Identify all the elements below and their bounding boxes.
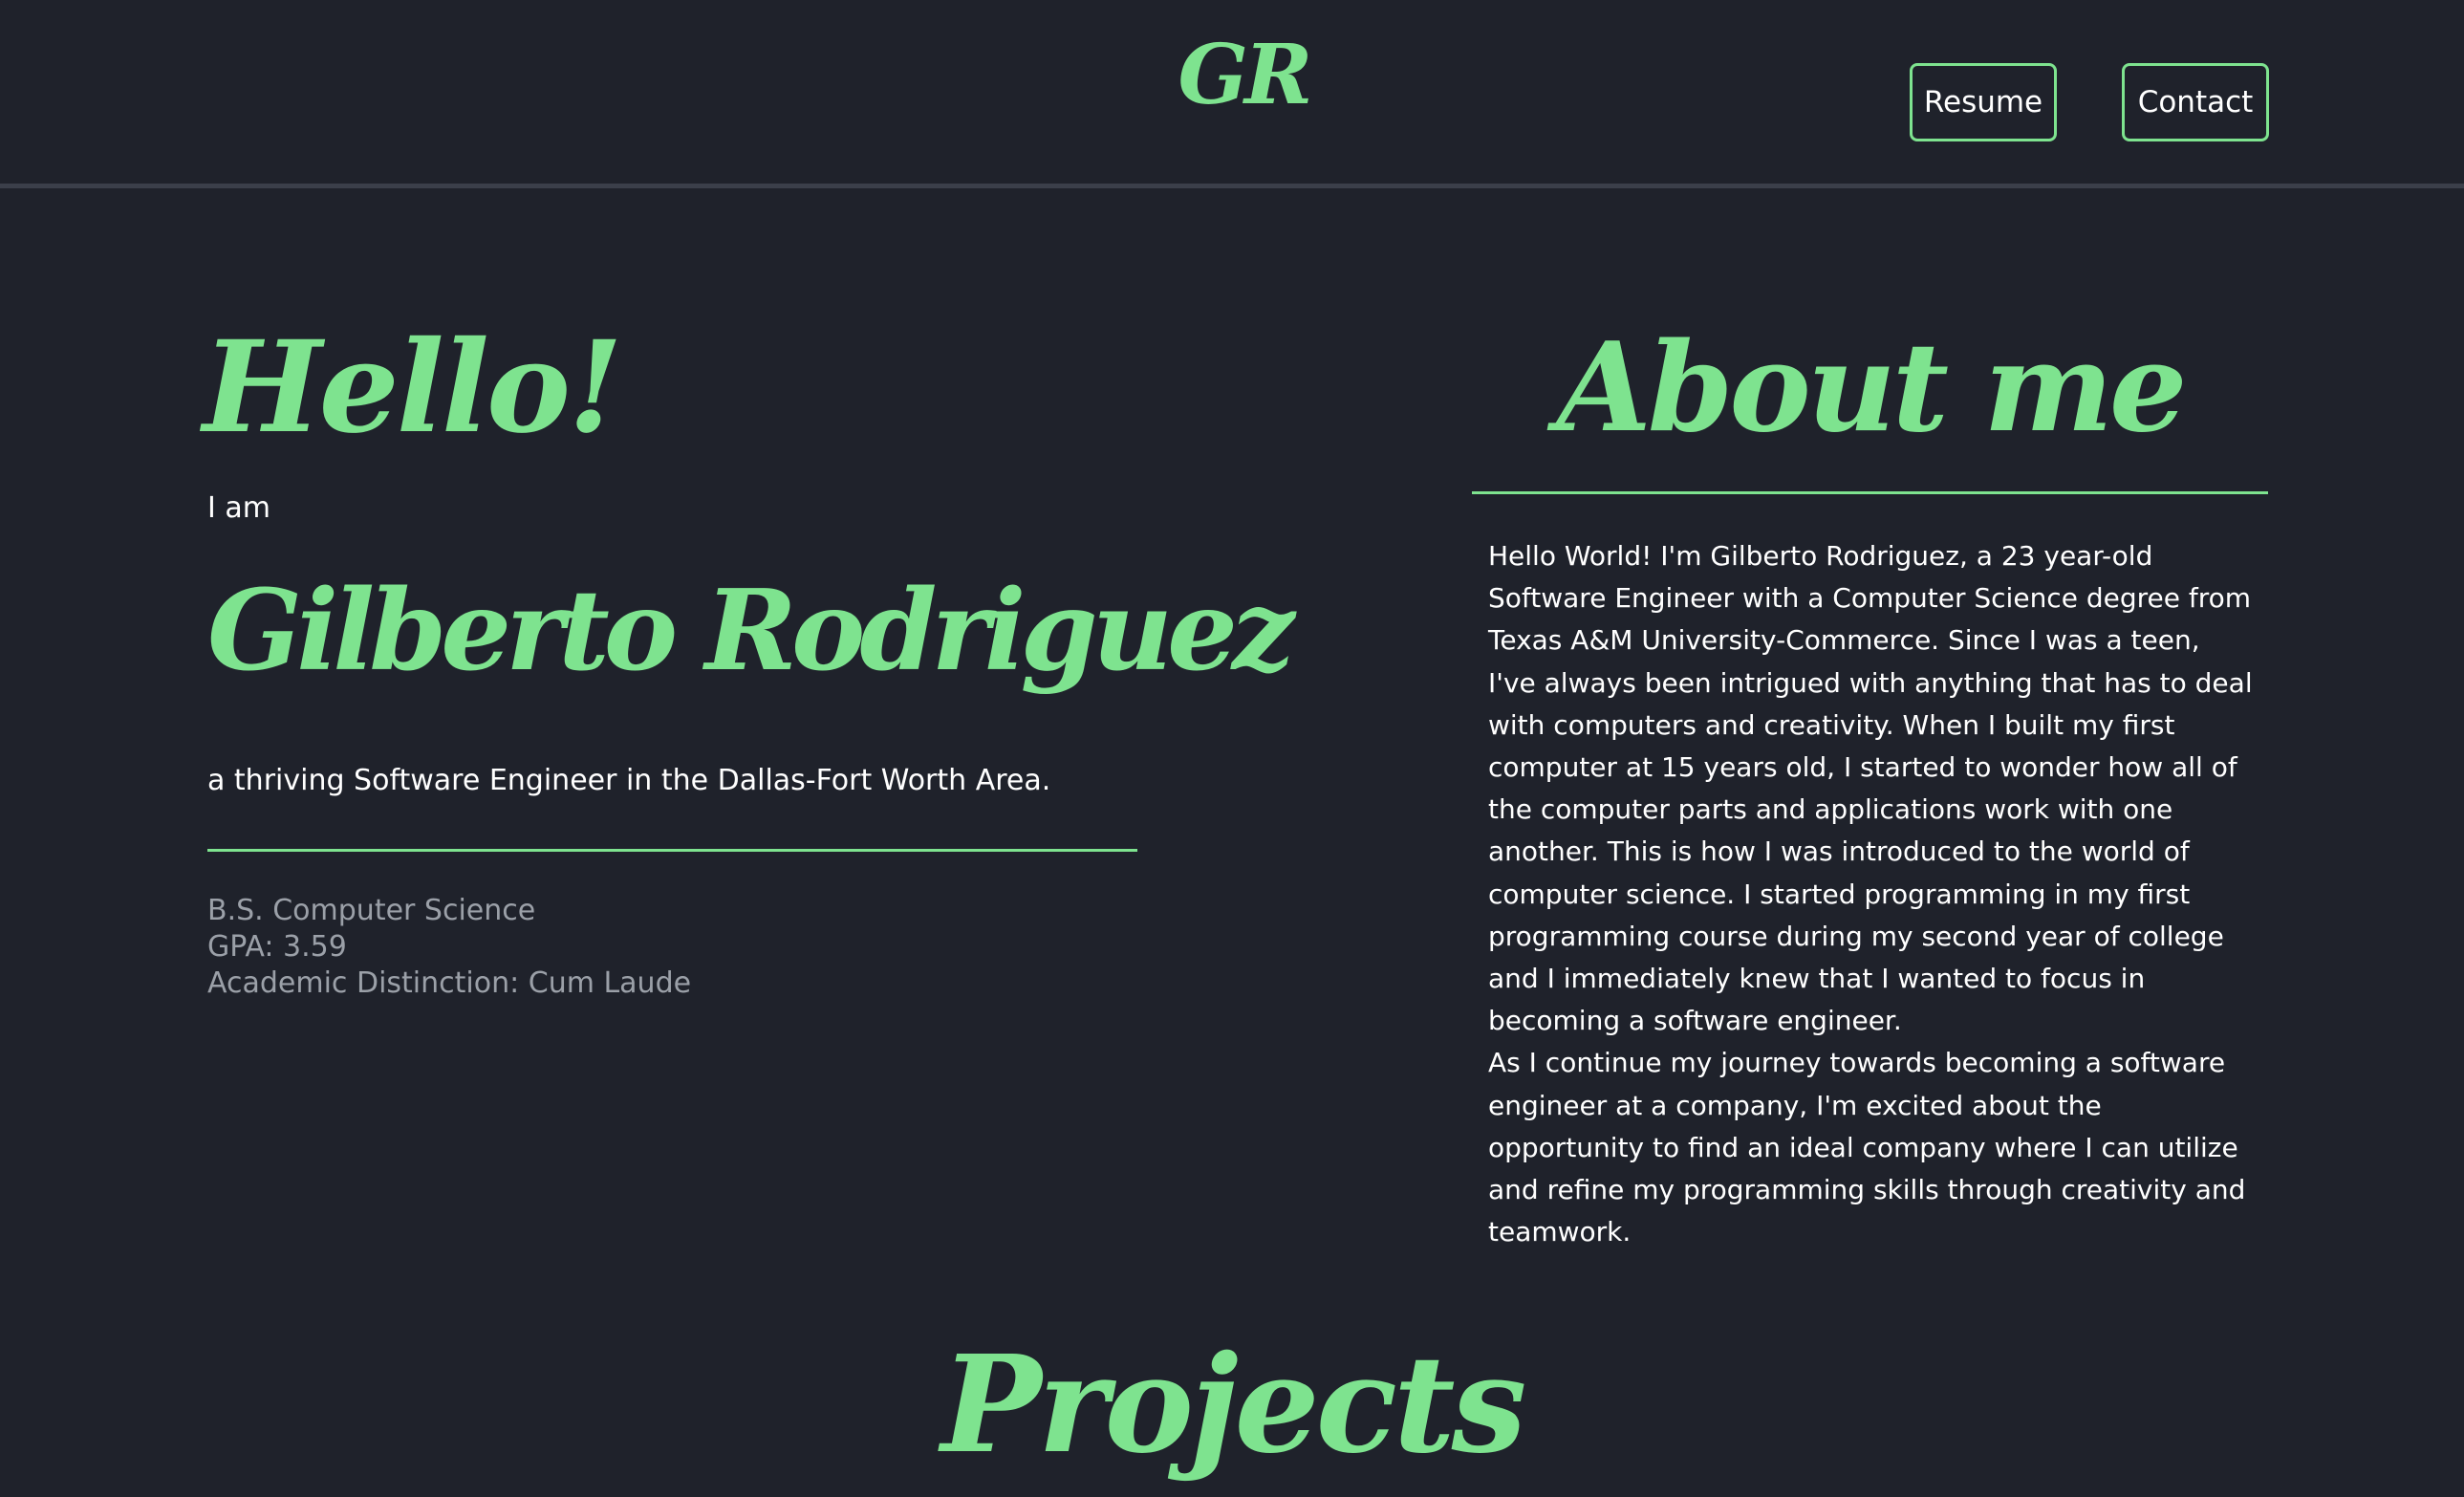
- about-body: Hello World! I'm Gilberto Rodriguez, a 2…: [1488, 535, 2253, 1253]
- education-info: B.S. Computer Science GPA: 3.59 Academic…: [207, 893, 691, 1002]
- portfolio-page: GR Resume Contact Hello! I am Gilberto R…: [0, 0, 2464, 1497]
- site-logo[interactable]: GR: [1126, 23, 1361, 128]
- about-paragraph-2: As I continue my journey towards becomin…: [1488, 1047, 2246, 1248]
- site-header: GR Resume Contact: [0, 0, 2464, 188]
- about-heading: About me: [1556, 316, 2188, 460]
- degree-text: B.S. Computer Science: [207, 894, 536, 927]
- hero-divider: [207, 849, 1137, 852]
- distinction-text: Academic Distinction: Cum Laude: [207, 966, 692, 1000]
- gpa-text: GPA: 3.59: [207, 930, 347, 964]
- intro-text: I am: [207, 491, 270, 525]
- about-paragraph-1: Hello World! I'm Gilberto Rodriguez, a 2…: [1488, 540, 2253, 1037]
- tagline: a thriving Software Engineer in the Dall…: [207, 764, 1051, 797]
- resume-button[interactable]: Resume: [1910, 63, 2057, 141]
- name-heading: Gilberto Rodriguez: [207, 566, 1295, 696]
- projects-heading: Projects: [940, 1327, 1527, 1484]
- about-divider: [1472, 491, 2268, 494]
- hello-heading: Hello!: [203, 314, 623, 462]
- contact-button[interactable]: Contact: [2122, 63, 2269, 141]
